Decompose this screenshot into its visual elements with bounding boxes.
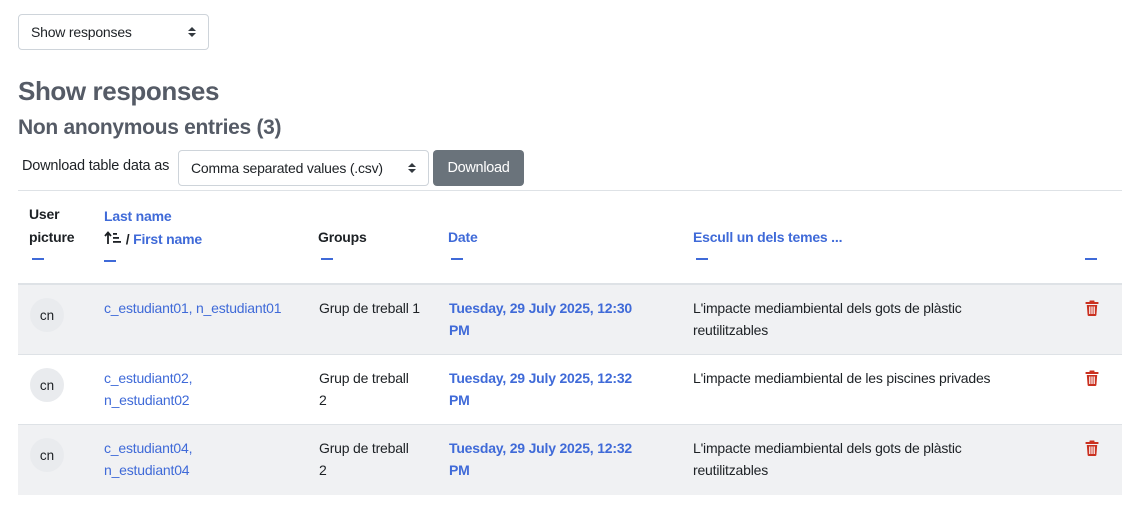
header-user-picture: User picture — [29, 203, 74, 260]
avatar[interactable]: cn — [30, 298, 64, 332]
table-row: cn c_estudiant04, n_estudiant04 Grup de t… — [18, 425, 1122, 495]
collapse-column-icon[interactable] — [321, 258, 333, 260]
download-format-value: Comma separated values (.csv) — [191, 160, 383, 176]
select-caret-icon — [408, 163, 416, 173]
sort-first-name-link[interactable]: First name — [133, 231, 202, 247]
date-link[interactable]: Tuesday, 29 July 2025, 12:32 PM — [449, 367, 664, 411]
header-question: Escull un dels temes ... — [693, 226, 842, 260]
trash-icon[interactable] — [1085, 370, 1099, 386]
sort-last-name-link[interactable]: Last name — [104, 205, 202, 228]
table-row: cn c_estudiant02, n_estudiant02 Grup de t… — [18, 355, 1122, 425]
answer-cell: L'impacte mediambiental dels gots de plà… — [693, 300, 962, 338]
download-format-select[interactable]: Comma separated values (.csv) — [178, 150, 429, 186]
download-button[interactable]: Download — [433, 150, 524, 186]
header-date: Date — [448, 226, 478, 260]
trash-icon[interactable] — [1085, 440, 1099, 456]
user-name-link[interactable]: c_estudiant01, n_estudiant01 — [104, 297, 304, 319]
trash-icon[interactable] — [1085, 300, 1099, 316]
answer-cell: L'impacte mediambiental de les piscines … — [693, 370, 991, 386]
sort-ascending-icon — [104, 231, 126, 247]
collapse-column-icon[interactable] — [32, 258, 44, 260]
view-select-value: Show responses — [31, 24, 132, 40]
page-title: Show responses — [18, 76, 220, 106]
table-top-border — [18, 190, 1122, 191]
view-select[interactable]: Show responses — [18, 14, 209, 50]
section-title: Non anonymous entries (3) — [18, 116, 282, 139]
sort-question-link[interactable]: Escull un dels temes ... — [693, 226, 842, 249]
date-link[interactable]: Tuesday, 29 July 2025, 12:30 PM — [449, 297, 664, 341]
header-name: Last name / First name — [104, 205, 202, 262]
collapse-column-icon[interactable] — [451, 258, 463, 260]
answer-cell: L'impacte mediambiental dels gots de plà… — [693, 440, 962, 478]
header-groups: Groups — [318, 226, 367, 260]
collapse-column-icon[interactable] — [696, 258, 708, 260]
collapse-column-icon[interactable] — [1085, 258, 1097, 260]
group-cell: Grup de treball 1 — [319, 300, 420, 316]
name-separator: / — [125, 231, 130, 247]
user-name-link[interactable]: c_estudiant02, n_estudiant02 — [104, 367, 304, 411]
group-cell: Grup de treball 2 — [319, 370, 409, 408]
avatar[interactable]: cn — [30, 438, 64, 472]
avatar[interactable]: cn — [30, 368, 64, 402]
group-cell: Grup de treball 2 — [319, 440, 409, 478]
collapse-column-icon[interactable] — [104, 260, 116, 262]
header-actions — [1085, 249, 1097, 260]
download-label: Download table data as — [22, 158, 170, 174]
table-row: cn c_estudiant01, n_estudiant01 Grup de … — [18, 285, 1122, 355]
user-name-link[interactable]: c_estudiant04, n_estudiant04 — [104, 437, 304, 481]
sort-date-link[interactable]: Date — [448, 226, 478, 249]
select-caret-icon — [188, 27, 196, 37]
date-link[interactable]: Tuesday, 29 July 2025, 12:32 PM — [449, 437, 664, 481]
